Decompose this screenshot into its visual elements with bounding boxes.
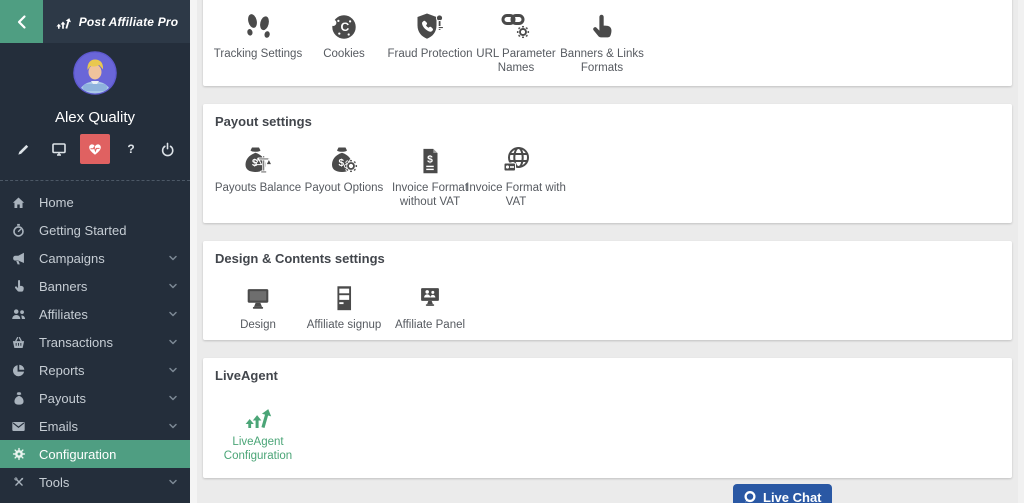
sidebar-item-home[interactable]: Home bbox=[0, 188, 190, 216]
invoice-globe-icon bbox=[500, 142, 532, 176]
sidebar-item-emails[interactable]: Emails bbox=[0, 412, 190, 440]
chevron-down-icon bbox=[168, 281, 178, 291]
tile-affiliate-signup[interactable]: Affiliate signup bbox=[301, 279, 387, 332]
invoice-dollar-icon: $ bbox=[415, 142, 445, 176]
sidebar-item-campaigns[interactable]: Campaigns bbox=[0, 244, 190, 272]
hand-pointer-icon bbox=[587, 8, 617, 42]
liveagent-arrows-icon bbox=[243, 396, 273, 430]
tile-tracking-settings[interactable]: Tracking Settings bbox=[215, 8, 301, 75]
sidebar-item-getting-started[interactable]: Getting Started bbox=[0, 216, 190, 244]
pie-chart-icon bbox=[11, 363, 26, 378]
section-payout-settings: Payout settings $ Payouts Balance $ Payo… bbox=[203, 104, 1012, 223]
cookie-icon: C bbox=[329, 8, 359, 42]
tools-icon bbox=[11, 475, 26, 490]
help-icon[interactable]: ? bbox=[116, 134, 146, 164]
sidebar-scrollbar[interactable] bbox=[190, 0, 197, 503]
svg-text:$: $ bbox=[427, 154, 433, 165]
sidebar-item-reports[interactable]: Reports bbox=[0, 356, 190, 384]
sidebar: Post Affiliate Pro Alex Quality bbox=[0, 0, 190, 503]
page-scrollbar[interactable] bbox=[1018, 0, 1024, 503]
sidebar-item-payouts[interactable]: Payouts bbox=[0, 384, 190, 412]
link-gear-icon bbox=[500, 8, 532, 42]
hand-pointer-icon bbox=[11, 279, 26, 294]
shield-key-icon bbox=[414, 8, 446, 42]
chevron-down-icon bbox=[168, 253, 178, 263]
user-name: Alex Quality bbox=[0, 109, 190, 126]
svg-text:$: $ bbox=[339, 158, 345, 169]
chevron-down-icon bbox=[168, 477, 178, 487]
chevron-down-icon bbox=[168, 337, 178, 347]
sidebar-item-tools[interactable]: Tools bbox=[0, 468, 190, 496]
live-chat-button[interactable]: Live Chat bbox=[733, 484, 832, 503]
money-bag-icon bbox=[11, 391, 26, 406]
svg-text:?: ? bbox=[127, 142, 134, 156]
monitor-icon bbox=[243, 279, 273, 313]
sidebar-divider bbox=[0, 180, 190, 181]
tile-url-parameter-names[interactable]: URL Parameter Names bbox=[473, 8, 559, 75]
chevron-down-icon bbox=[168, 309, 178, 319]
app-root: Post Affiliate Pro Alex Quality bbox=[0, 0, 1024, 503]
tile-liveagent-configuration[interactable]: LiveAgent Configuration bbox=[215, 396, 301, 463]
profile-block: Alex Quality bbox=[0, 50, 190, 126]
basket-icon bbox=[11, 335, 26, 350]
section-title: Payout settings bbox=[215, 114, 1000, 129]
heart-pulse-icon[interactable] bbox=[80, 134, 110, 164]
svg-text:C: C bbox=[341, 20, 350, 34]
gear-icon bbox=[11, 447, 26, 462]
sidebar-item-configuration[interactable]: Configuration bbox=[0, 440, 190, 468]
chat-bubble-icon bbox=[743, 490, 757, 503]
sidebar-item-affiliates[interactable]: Affiliates bbox=[0, 300, 190, 328]
tile-design[interactable]: Design bbox=[215, 279, 301, 332]
section-title: LiveAgent bbox=[215, 368, 1000, 383]
tile-cookies[interactable]: C Cookies bbox=[301, 8, 387, 75]
stopwatch-icon bbox=[11, 223, 26, 238]
back-button[interactable] bbox=[0, 0, 43, 43]
tile-payouts-balance[interactable]: $ Payouts Balance bbox=[215, 142, 301, 209]
users-icon bbox=[11, 307, 26, 322]
tile-payout-options[interactable]: $ Payout Options bbox=[301, 142, 387, 209]
megaphone-icon bbox=[11, 251, 26, 266]
section-title: Design & Contents settings bbox=[215, 251, 1000, 266]
chevron-down-icon bbox=[168, 421, 178, 431]
live-chat-label: Live Chat bbox=[763, 490, 822, 503]
section-tracking-settings: Tracking Settings C Cookies Fraud Protec… bbox=[203, 0, 1012, 86]
tile-banners-links-formats[interactable]: Banners & Links Formats bbox=[559, 8, 645, 75]
tile-invoice-format-with-vat[interactable]: Invoice Format with VAT bbox=[473, 142, 559, 209]
avatar[interactable] bbox=[72, 50, 118, 96]
home-icon bbox=[11, 195, 26, 210]
sidebar-item-banners[interactable]: Banners bbox=[0, 272, 190, 300]
chevron-left-icon bbox=[14, 14, 30, 30]
sidebar-menu: Home Getting Started Campaigns Banners A… bbox=[0, 188, 190, 496]
liveagent-logo-icon bbox=[55, 13, 72, 31]
tile-fraud-protection[interactable]: Fraud Protection bbox=[387, 8, 473, 75]
tile-invoice-format-without-vat[interactable]: $ Invoice Format without VAT bbox=[387, 142, 473, 209]
sidebar-item-transactions[interactable]: Transactions bbox=[0, 328, 190, 356]
power-icon[interactable] bbox=[152, 134, 182, 164]
chevron-down-icon bbox=[168, 393, 178, 403]
display-icon[interactable] bbox=[44, 134, 74, 164]
envelope-icon bbox=[11, 419, 26, 434]
quick-actions-bar: ? bbox=[0, 134, 190, 164]
money-bag-scale-icon: $ bbox=[242, 142, 274, 176]
brand-title: Post Affiliate Pro bbox=[79, 15, 179, 29]
footprints-icon bbox=[242, 8, 274, 42]
brand-header: Post Affiliate Pro bbox=[43, 0, 190, 43]
section-liveagent: LiveAgent LiveAgent Configuration bbox=[203, 358, 1012, 478]
money-bag-gear-icon: $ bbox=[328, 142, 360, 176]
chevron-down-icon bbox=[168, 365, 178, 375]
tile-affiliate-panel[interactable]: Affiliate Panel bbox=[387, 279, 473, 332]
panel-users-icon bbox=[415, 279, 445, 313]
section-design-contents: Design & Contents settings Design Affili… bbox=[203, 241, 1012, 340]
signup-form-icon bbox=[329, 279, 359, 313]
pencil-icon[interactable] bbox=[8, 134, 38, 164]
